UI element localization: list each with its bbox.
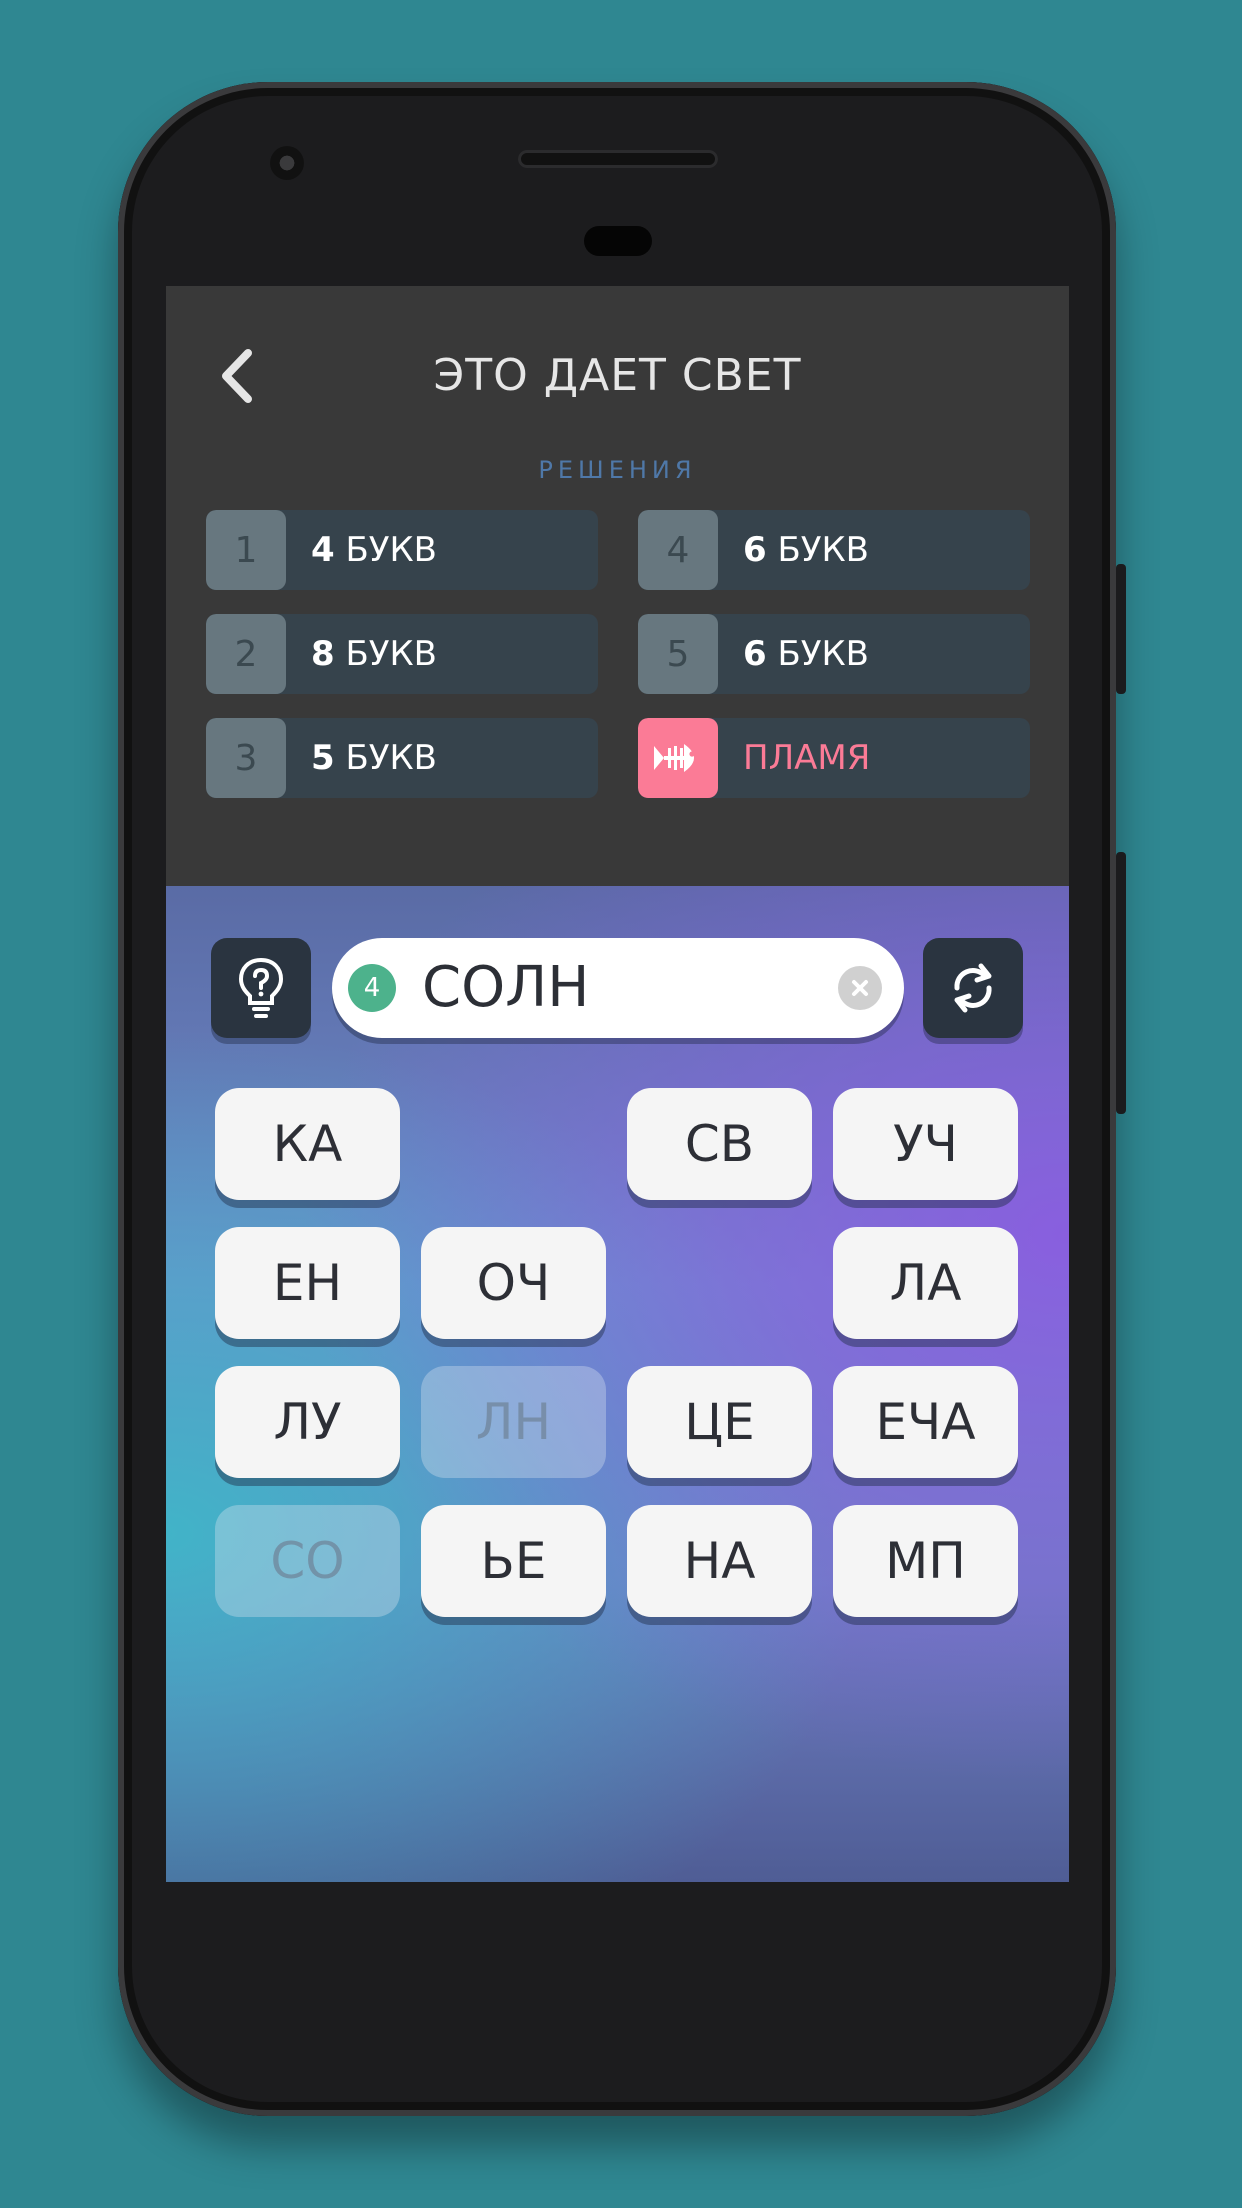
header-panel: ЭТО ДАЕТ СВЕТ РЕШЕНИЯ 1 4 БУКВ 2 8 БУКВ … bbox=[166, 286, 1069, 886]
phone-volume-button bbox=[1116, 564, 1126, 694]
clear-button[interactable] bbox=[838, 966, 882, 1010]
close-icon bbox=[852, 980, 868, 996]
phone-power-button bbox=[1116, 852, 1126, 1114]
solution-slot-1[interactable]: 1 4 БУКВ bbox=[206, 510, 598, 590]
game-board: 4 СОЛН КА СВ УЧ ЕН ОЧ ЛА ЛУ ЛН ЦЕ ЕЧА СО… bbox=[166, 886, 1069, 1882]
hint-button[interactable] bbox=[211, 938, 311, 1038]
slot-length: 5 БУКВ bbox=[311, 738, 437, 778]
solution-slot-4[interactable]: 4 6 БУКВ bbox=[638, 510, 1030, 590]
letter-tile[interactable]: ЛА bbox=[833, 1227, 1018, 1339]
letter-tile[interactable]: СВ bbox=[627, 1088, 812, 1200]
fishbone-icon bbox=[638, 718, 718, 798]
letter-tile[interactable]: МП bbox=[833, 1505, 1018, 1617]
earpiece-speaker bbox=[518, 150, 718, 168]
solution-slot-hint[interactable]: ПЛАМЯ bbox=[638, 718, 1030, 798]
page-title: ЭТО ДАЕТ СВЕТ bbox=[433, 350, 802, 401]
letter-tile[interactable]: НА bbox=[627, 1505, 812, 1617]
letter-tile-used: СО bbox=[215, 1505, 400, 1617]
letter-tile-used: ЛН bbox=[421, 1366, 606, 1478]
letter-tile[interactable]: ЕН bbox=[215, 1227, 400, 1339]
solution-slot-3[interactable]: 3 5 БУКВ bbox=[206, 718, 598, 798]
hint-word: ПЛАМЯ bbox=[743, 738, 871, 778]
letter-tile[interactable]: ОЧ bbox=[421, 1227, 606, 1339]
slot-length: 8 БУКВ bbox=[311, 634, 437, 674]
letter-tile[interactable]: КА bbox=[215, 1088, 400, 1200]
slot-length: 6 БУКВ bbox=[743, 634, 869, 674]
letter-tile[interactable]: УЧ bbox=[833, 1088, 1018, 1200]
solutions-label: РЕШЕНИЯ bbox=[538, 456, 697, 484]
slot-length: 6 БУКВ bbox=[743, 530, 869, 570]
letter-tile[interactable]: ЬЕ bbox=[421, 1505, 606, 1617]
letter-tile[interactable]: ЕЧА bbox=[833, 1366, 1018, 1478]
slot-number: 4 bbox=[638, 510, 718, 590]
current-word: СОЛН bbox=[422, 955, 590, 1020]
letter-tile[interactable]: ЛУ bbox=[215, 1366, 400, 1478]
length-badge: 4 bbox=[348, 964, 396, 1012]
slot-number: 2 bbox=[206, 614, 286, 694]
proximity-sensor bbox=[584, 226, 652, 256]
front-camera-icon bbox=[270, 146, 304, 180]
letter-tile[interactable]: ЦЕ bbox=[627, 1366, 812, 1478]
shuffle-button[interactable] bbox=[923, 938, 1023, 1038]
solution-slot-2[interactable]: 2 8 БУКВ bbox=[206, 614, 598, 694]
app-screen: ЭТО ДАЕТ СВЕТ РЕШЕНИЯ 1 4 БУКВ 2 8 БУКВ … bbox=[166, 286, 1069, 1882]
slot-number: 1 bbox=[206, 510, 286, 590]
slot-length: 4 БУКВ bbox=[311, 530, 437, 570]
lightbulb-icon bbox=[238, 957, 284, 1018]
slot-number: 3 bbox=[206, 718, 286, 798]
solution-slot-5[interactable]: 5 6 БУКВ bbox=[638, 614, 1030, 694]
refresh-icon bbox=[954, 963, 992, 1013]
word-input[interactable]: 4 СОЛН bbox=[332, 938, 904, 1038]
slot-number: 5 bbox=[638, 614, 718, 694]
